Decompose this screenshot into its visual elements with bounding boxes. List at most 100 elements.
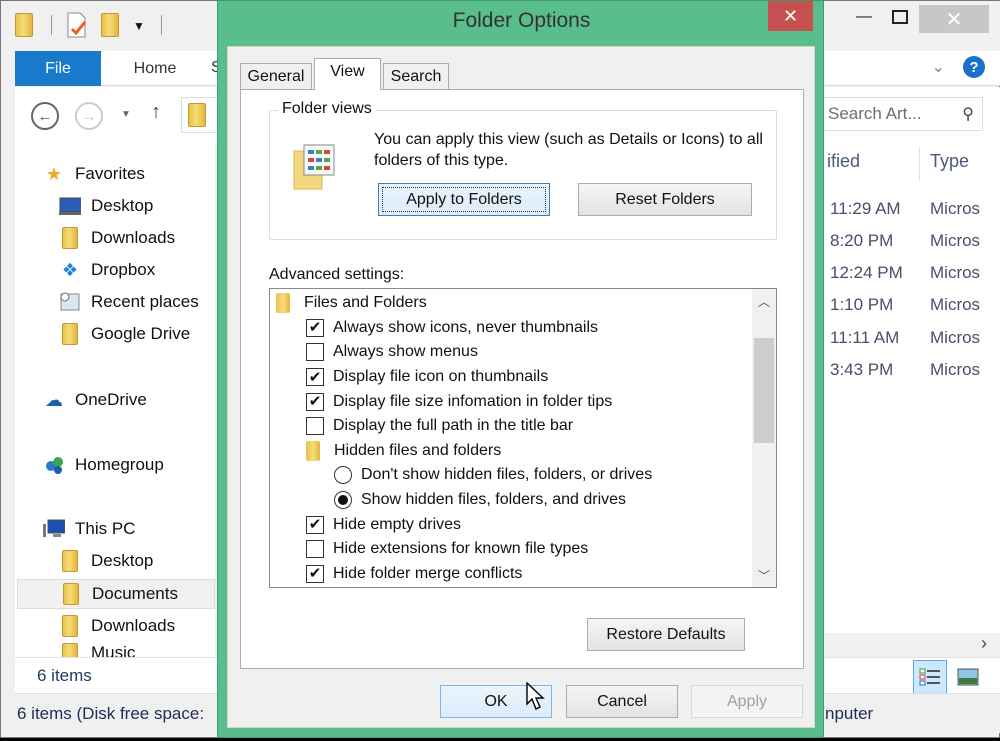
- details-view-button[interactable]: [913, 660, 947, 694]
- nav-label: Desktop: [91, 196, 154, 215]
- nav-favorites[interactable]: ★ Favorites: [43, 159, 145, 189]
- up-button[interactable]: ↑: [151, 101, 161, 124]
- nav-label: Homegroup: [75, 455, 164, 474]
- setting-checkbox-option[interactable]: ✔ Display file size infomation in folder …: [306, 389, 612, 414]
- nav-favorites-desktop[interactable]: Desktop: [59, 191, 153, 221]
- search-input[interactable]: Search Art... ⚲: [821, 97, 983, 131]
- nav-this-pc-music[interactable]: Music: [59, 643, 135, 657]
- back-button[interactable]: ←: [31, 102, 59, 130]
- tab-search[interactable]: Search: [383, 63, 449, 89]
- horizontal-scrollbar[interactable]: ›: [821, 633, 1000, 657]
- column-header-date-modified[interactable]: ified: [827, 151, 860, 172]
- setting-checkbox-option[interactable]: ✔ Always show icons, never thumbnails: [306, 316, 598, 341]
- recent-locations-dropdown-icon[interactable]: ▼: [121, 109, 131, 120]
- nav-favorites-google-drive[interactable]: Google Drive: [59, 319, 190, 349]
- checkbox-checked[interactable]: ✔: [306, 368, 324, 387]
- setting-checkbox-option[interactable]: ✔ Hide folder merge conflicts: [306, 562, 522, 587]
- homegroup-icon: [43, 454, 65, 476]
- folder-views-description: You can apply this view (such as Details…: [374, 131, 763, 169]
- tab-view[interactable]: View: [314, 58, 381, 90]
- computer-icon: [43, 518, 65, 540]
- expand-ribbon-icon[interactable]: ⌄: [932, 57, 945, 77]
- radio-selected[interactable]: [334, 491, 352, 510]
- checkbox-unchecked[interactable]: [306, 540, 324, 559]
- nav-this-pc[interactable]: This PC: [43, 514, 135, 544]
- large-icons-view-button[interactable]: [951, 660, 985, 694]
- nav-label: Desktop: [91, 551, 154, 570]
- setting-radio-option[interactable]: Don't show hidden files, folders, or dri…: [334, 463, 652, 488]
- forward-button[interactable]: →: [75, 102, 103, 130]
- folder-icon: [276, 293, 290, 314]
- folder-icon: [188, 103, 206, 127]
- dialog-close-button[interactable]: ✕: [768, 1, 813, 31]
- scroll-down-arrow-icon[interactable]: ﹀: [752, 563, 776, 587]
- scroll-right-arrow-icon[interactable]: ›: [981, 633, 987, 654]
- setting-checkbox-option[interactable]: ✔ Hide empty drives: [306, 512, 461, 537]
- setting-label: Always show icons, never thumbnails: [333, 318, 599, 336]
- scrollbar-thumb[interactable]: [754, 338, 774, 443]
- dropbox-icon: ❖: [61, 259, 79, 280]
- downloads-folder-icon: [59, 615, 81, 637]
- onedrive-cloud-icon: ☁: [45, 389, 63, 410]
- nav-this-pc-desktop[interactable]: Desktop: [59, 546, 153, 576]
- nav-label: Downloads: [91, 616, 176, 635]
- downloads-folder-icon: [59, 227, 81, 249]
- maximize-button[interactable]: [877, 1, 923, 33]
- customize-qat-dropdown-icon[interactable]: ▼: [133, 19, 145, 33]
- setting-checkbox-option[interactable]: Always show menus: [306, 340, 478, 365]
- folder-icon[interactable]: [15, 13, 33, 37]
- setting-label: Always show menus: [333, 343, 478, 361]
- new-folder-icon[interactable]: [101, 13, 119, 37]
- column-divider[interactable]: [919, 147, 920, 181]
- toolbar-separator: [51, 15, 52, 35]
- nav-this-pc-documents[interactable]: Documents: [17, 579, 215, 609]
- reset-folders-button[interactable]: Reset Folders: [578, 183, 752, 216]
- row-type: Micros: [930, 231, 981, 250]
- setting-checkbox-option[interactable]: Display the full path in the title bar: [306, 414, 573, 439]
- status-location: nputer: [825, 704, 874, 723]
- search-icon[interactable]: ⚲: [962, 104, 974, 124]
- tab-general[interactable]: General: [240, 63, 312, 89]
- advanced-settings-list[interactable]: ✔ Hide folder merge conflicts Hide extensi…: [269, 288, 777, 588]
- setting-checkbox-option[interactable]: ✔ Display file icon on thumbnails: [306, 365, 548, 390]
- nav-onedrive[interactable]: ☁ OneDrive: [43, 385, 147, 415]
- column-header-type[interactable]: Type: [930, 151, 969, 172]
- help-icon[interactable]: ?: [963, 56, 985, 78]
- checkbox-unchecked[interactable]: [306, 417, 324, 436]
- nav-label: OneDrive: [75, 390, 147, 409]
- checkbox-checked[interactable]: ✔: [306, 564, 324, 583]
- nav-label: This PC: [75, 519, 136, 538]
- setting-radio-option[interactable]: Show hidden files, folders, and drives: [334, 488, 626, 513]
- row-date: 11:11 AM: [830, 328, 900, 347]
- nav-label: Music: [91, 643, 136, 657]
- tab-file[interactable]: File: [15, 51, 101, 86]
- radio-unselected[interactable]: [334, 466, 352, 485]
- nav-favorites-downloads[interactable]: Downloads: [59, 223, 175, 253]
- dialog-client-area: General View Search Folder views You can…: [227, 46, 815, 728]
- checkbox-checked[interactable]: ✔: [306, 392, 324, 411]
- checkbox-unchecked[interactable]: [306, 343, 324, 362]
- nav-this-pc-downloads[interactable]: Downloads: [59, 611, 175, 641]
- apply-button[interactable]: Apply: [691, 685, 803, 718]
- setting-label: Files and Folders: [304, 294, 427, 312]
- scroll-up-arrow-icon[interactable]: ︿: [752, 289, 776, 313]
- row-type: Micros: [930, 328, 981, 347]
- close-button[interactable]: ✕: [919, 5, 989, 33]
- checkbox-checked[interactable]: ✔: [306, 318, 324, 337]
- setting-label: Show hidden files, folders, and drives: [361, 491, 627, 509]
- apply-to-folders-button[interactable]: Apply to Folders: [378, 183, 550, 216]
- checkbox-checked[interactable]: ✔: [306, 515, 324, 534]
- nav-homegroup[interactable]: Homegroup: [43, 450, 164, 480]
- setting-label: Hide folder merge conflicts: [333, 564, 523, 582]
- nav-favorites-dropbox[interactable]: ❖ Dropbox: [59, 255, 155, 285]
- cancel-button[interactable]: Cancel: [566, 685, 678, 718]
- nav-favorites-recent-places[interactable]: Recent places: [59, 287, 199, 317]
- row-type: Micros: [930, 199, 981, 218]
- setting-checkbox-option[interactable]: Hide extensions for known file types: [306, 537, 588, 562]
- restore-defaults-button[interactable]: Restore Defaults: [587, 618, 745, 651]
- advanced-settings-scrollbar[interactable]: ︿ ﹀: [752, 289, 776, 587]
- row-type: Micros: [930, 360, 981, 379]
- properties-icon[interactable]: [65, 11, 87, 38]
- row-date: 8:20 PM: [830, 231, 894, 250]
- tab-home[interactable]: Home: [115, 51, 195, 86]
